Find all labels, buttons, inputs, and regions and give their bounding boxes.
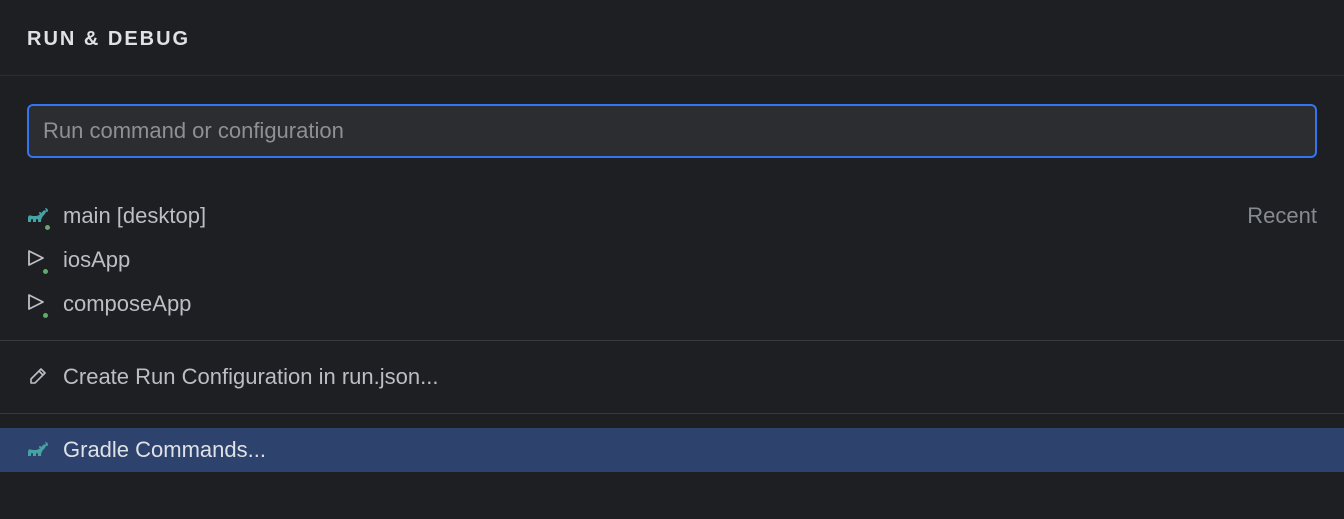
- gradle-commands-label: Gradle Commands...: [63, 437, 1317, 463]
- run-icon: [27, 247, 55, 273]
- config-label: composeApp: [63, 291, 1317, 317]
- panel-title: RUN & DEBUG: [27, 28, 1317, 51]
- panel-header: RUN & DEBUG: [0, 0, 1344, 76]
- config-label: iosApp: [63, 247, 1317, 273]
- run-command-input[interactable]: [27, 104, 1317, 158]
- search-wrapper: [0, 76, 1344, 158]
- create-config-label: Create Run Configuration in run.json...: [63, 364, 1317, 390]
- gradle-commands-item[interactable]: Gradle Commands...: [0, 428, 1344, 472]
- config-item-iosapp[interactable]: iosApp: [0, 238, 1344, 282]
- gradle-icon: [27, 437, 55, 463]
- edit-icon: [27, 367, 55, 387]
- divider: [0, 413, 1344, 414]
- config-item-main-desktop[interactable]: main [desktop] Recent: [0, 194, 1344, 238]
- run-icon: [27, 291, 55, 317]
- divider: [0, 340, 1344, 341]
- gradle-icon: [27, 203, 55, 229]
- create-run-config-item[interactable]: Create Run Configuration in run.json...: [0, 355, 1344, 399]
- config-item-composeapp[interactable]: composeApp: [0, 282, 1344, 326]
- config-label: main [desktop]: [63, 203, 1247, 229]
- config-hint: Recent: [1247, 203, 1317, 229]
- config-list: main [desktop] Recent iosApp composeApp: [0, 158, 1344, 472]
